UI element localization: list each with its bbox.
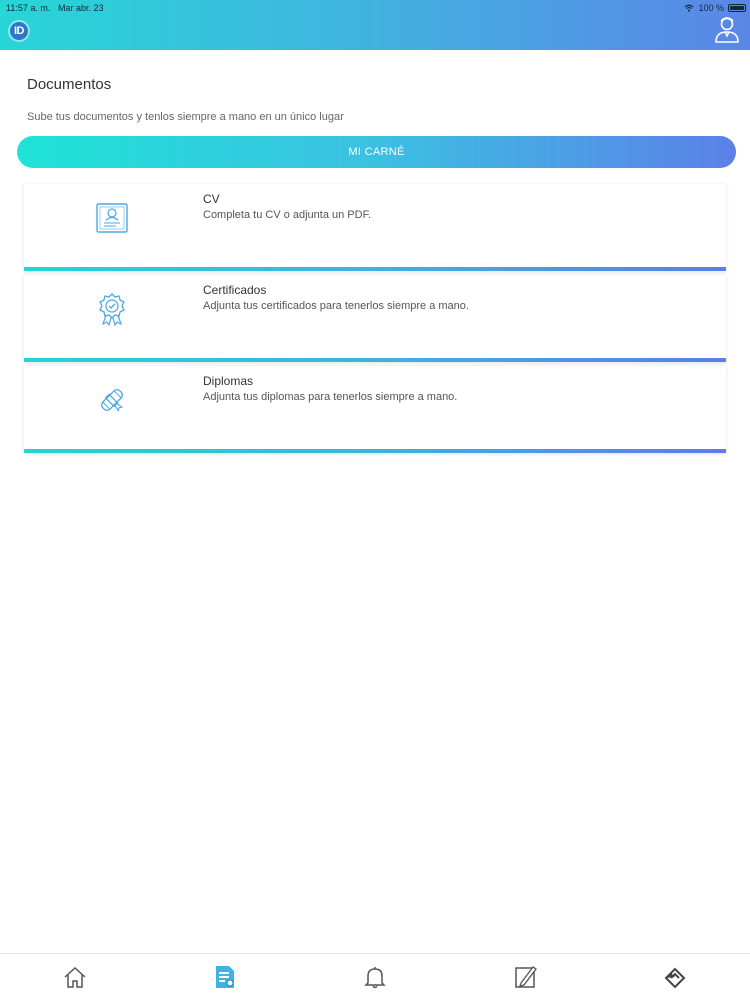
app-logo-text: ID — [14, 25, 25, 37]
document-card-certificados[interactable]: Certificados Adjunta tus certificados pa… — [24, 275, 726, 362]
status-right: 100 % — [684, 2, 724, 14]
top-bar: 11:57 a. m. Mar abr. 23 100 % ID — [0, 0, 750, 50]
page-subtitle: Sube tus documentos y tenlos siempre a m… — [27, 111, 344, 123]
card-title: Certificados — [203, 283, 267, 297]
card-description: Adjunta tus certificados para tenerlos s… — [203, 300, 469, 312]
document-card-cv[interactable]: CV Completa tu CV o adjunta un PDF. — [24, 184, 726, 271]
document-card-diplomas[interactable]: Diplomas Adjunta tus diplomas para tener… — [24, 366, 726, 453]
card-accent-bar — [24, 358, 726, 362]
status-time: 11:57 a. m. — [6, 3, 51, 13]
bottom-tab-bar — [0, 953, 750, 1000]
card-title: Diplomas — [203, 374, 254, 388]
battery-percent: 100 % — [698, 3, 724, 13]
card-description: Completa tu CV o adjunta un PDF. — [203, 209, 372, 221]
status-date: Mar abr. 23 — [58, 3, 104, 13]
page-title: Documentos — [27, 76, 112, 93]
diploma-scroll-icon — [100, 388, 124, 412]
cv-document-icon — [96, 203, 128, 233]
card-title: CV — [203, 192, 220, 206]
documents-icon[interactable] — [212, 964, 238, 990]
mi-carne-button[interactable]: MI CARNÉ — [17, 136, 736, 168]
user-profile-icon[interactable] — [712, 14, 742, 44]
edit-note-icon[interactable] — [512, 964, 538, 990]
certificate-badge-icon — [99, 293, 125, 327]
card-accent-bar — [24, 449, 726, 453]
card-description: Adjunta tus diplomas para tenerlos siemp… — [203, 391, 458, 403]
app-logo[interactable]: ID — [8, 20, 30, 42]
wifi-icon — [685, 4, 694, 12]
battery-icon — [728, 4, 746, 12]
card-accent-bar — [24, 267, 726, 271]
home-icon[interactable] — [62, 964, 88, 990]
bell-icon[interactable] — [362, 964, 388, 990]
app-logo-icon[interactable] — [662, 964, 688, 990]
